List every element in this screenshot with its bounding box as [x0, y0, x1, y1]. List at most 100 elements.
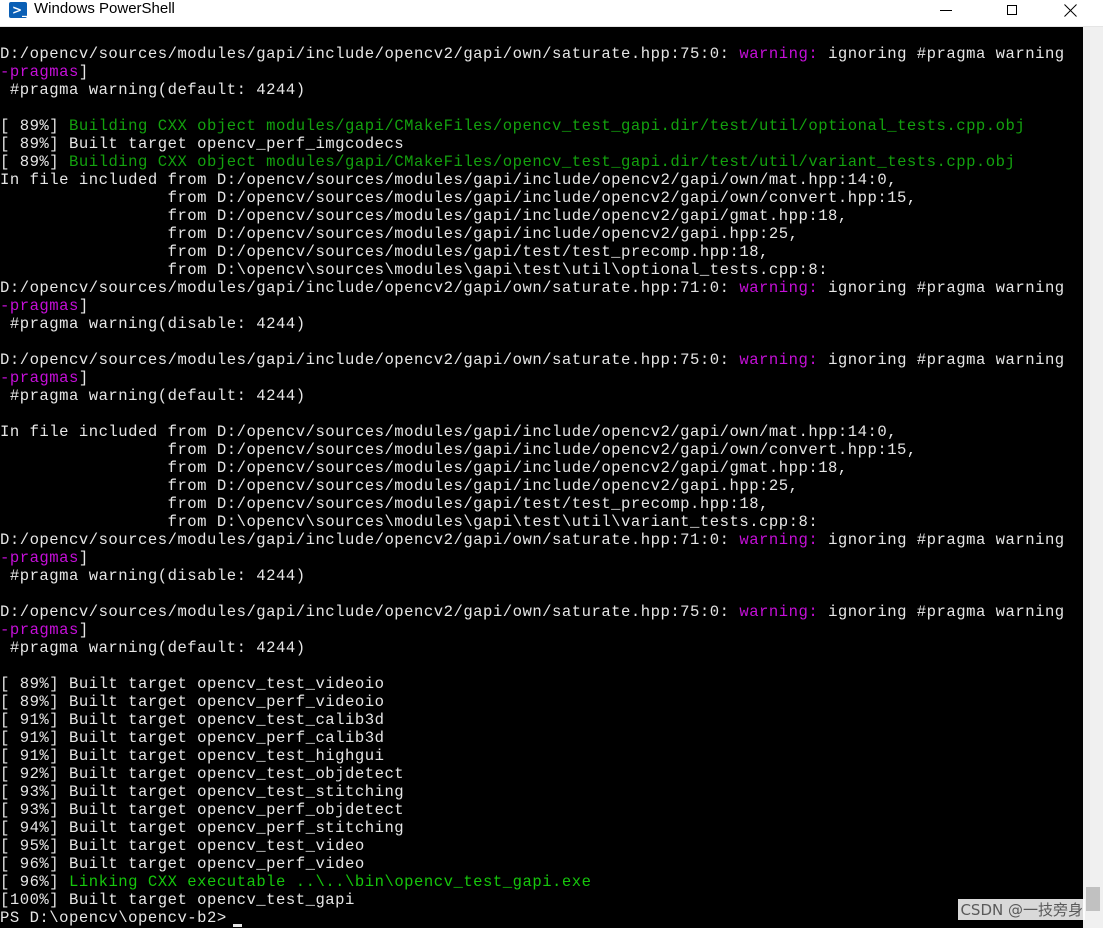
console-output[interactable]: D:/opencv/sources/modules/gapi/include/o… — [0, 45, 1080, 928]
console-text: from D:/opencv/sources/modules/gapi/incl… — [0, 189, 917, 207]
console-text: ] — [78, 621, 89, 639]
console-line: from D:/opencv/sources/modules/gapi/incl… — [0, 459, 1080, 477]
console-text: [ 96%] — [0, 873, 70, 891]
prompt-line[interactable]: PS D:\opencv\opencv-b2> — [0, 909, 1080, 927]
console-text: from D:/opencv/sources/modules/gapi/incl… — [0, 207, 848, 225]
close-icon — [1064, 3, 1078, 17]
console-text: Building CXX object modules/gapi/CMakeFi… — [69, 153, 1016, 171]
console-text: ignoring #pragma warning — [818, 45, 1080, 63]
console-line: [ 89%] Built target opencv_test_videoio — [0, 675, 1080, 693]
console-text: [ 89%] Built target opencv_test_videoio — [0, 675, 385, 693]
console-line: from D:/opencv/sources/modules/gapi/incl… — [0, 207, 1080, 225]
console-line: [ 91%] Built target opencv_perf_calib3d — [0, 729, 1080, 747]
console-text: [ 94%] Built target opencv_perf_stitchin… — [0, 819, 405, 837]
minimize-icon — [940, 9, 952, 11]
console-text: from D:/opencv/sources/modules/gapi/test… — [0, 243, 769, 261]
console-line: from D:\opencv\sources\modules\gapi\test… — [0, 261, 1080, 279]
console-text: [ 89%] — [0, 117, 70, 135]
scrollbar-thumb[interactable] — [1086, 887, 1100, 911]
console-line: from D:/opencv/sources/modules/gapi/incl… — [0, 189, 1080, 207]
console-text: [ 89%] Built target opencv_perf_imgcodec… — [0, 135, 405, 153]
console-text: warning: — [739, 531, 819, 549]
console-text: #pragma warning(default: 4244) — [0, 81, 306, 99]
console-text: ] — [78, 369, 89, 387]
text-cursor — [232, 924, 242, 927]
console-text: from D:/opencv/sources/modules/gapi/incl… — [0, 477, 799, 495]
console-line: #pragma warning(default: 4244) — [0, 387, 1080, 405]
console-text: #pragma warning(default: 4244) — [0, 639, 306, 657]
watermark: CSDN @一技旁身 — [958, 899, 1085, 920]
console-text: warning: — [739, 279, 819, 297]
console-line: #pragma warning(default: 4244) — [0, 639, 1080, 657]
console-line: from D:\opencv\sources\modules\gapi\test… — [0, 513, 1080, 531]
console-text: ] — [78, 549, 89, 567]
console-text: #pragma warning(disable: 4244) — [0, 567, 306, 585]
console-text: D:/opencv/sources/modules/gapi/include/o… — [0, 603, 740, 621]
console-text: from D:\opencv\sources\modules\gapi\test… — [0, 513, 819, 531]
console-line: [ 96%] Linking CXX executable ..\..\bin\… — [0, 873, 1080, 891]
console-line: from D:/opencv/sources/modules/gapi/test… — [0, 243, 1080, 261]
console-line: -pragmas] — [0, 621, 1080, 639]
console-text: ignoring #pragma warning — [818, 279, 1080, 297]
console-text: from D:/opencv/sources/modules/gapi/incl… — [0, 459, 848, 477]
console-line: D:/opencv/sources/modules/gapi/include/o… — [0, 531, 1080, 549]
close-button[interactable] — [1043, 0, 1099, 20]
console-text: [ 91%] Built target opencv_perf_calib3d — [0, 729, 385, 747]
console-line: D:/opencv/sources/modules/gapi/include/o… — [0, 279, 1080, 297]
console-text: [100%] Built target opencv_test_gapi — [0, 891, 355, 909]
console-line: [ 89%] Building CXX object modules/gapi/… — [0, 153, 1080, 171]
console-line: [ 91%] Built target opencv_test_calib3d — [0, 711, 1080, 729]
console-line: [ 95%] Built target opencv_test_video — [0, 837, 1080, 855]
console-text: [ 96%] Built target opencv_perf_video — [0, 855, 365, 873]
console-text: #pragma warning(default: 4244) — [0, 387, 306, 405]
console-text: -pragmas — [0, 297, 79, 315]
console-line: from D:/opencv/sources/modules/gapi/incl… — [0, 477, 1080, 495]
console-text: ignoring #pragma warning — [818, 351, 1080, 369]
console-text: [ 91%] Built target opencv_test_calib3d — [0, 711, 385, 729]
title-bar: >_ Windows PowerShell — [0, 0, 1103, 27]
console-line: [ 93%] Built target opencv_perf_objdetec… — [0, 801, 1080, 819]
console-text: -pragmas — [0, 621, 79, 639]
console-text: -pragmas — [0, 369, 79, 387]
console-line: from D:/opencv/sources/modules/gapi/incl… — [0, 225, 1080, 243]
console-text: D:/opencv/sources/modules/gapi/include/o… — [0, 279, 740, 297]
console-text: [ 89%] Built target opencv_perf_videoio — [0, 693, 385, 711]
console-text: In file included from D:/opencv/sources/… — [0, 423, 898, 441]
console-line: D:/opencv/sources/modules/gapi/include/o… — [0, 45, 1080, 63]
console-text: [ 93%] Built target opencv_perf_objdetec… — [0, 801, 405, 819]
prompt-text: PS D:\opencv\opencv-b2> — [0, 909, 227, 927]
console-line: [ 89%] Built target opencv_perf_videoio — [0, 693, 1080, 711]
console-text: D:/opencv/sources/modules/gapi/include/o… — [0, 351, 740, 369]
console-line: In file included from D:/opencv/sources/… — [0, 171, 1080, 189]
console-text: ] — [78, 297, 89, 315]
console-text: warning: — [739, 603, 819, 621]
vertical-scrollbar[interactable] — [1083, 27, 1103, 928]
console-text: D:/opencv/sources/modules/gapi/include/o… — [0, 531, 740, 549]
maximize-button[interactable] — [984, 0, 1040, 20]
console-text: from D:/opencv/sources/modules/gapi/test… — [0, 495, 769, 513]
console-text: [ 93%] Built target opencv_test_stitchin… — [0, 783, 405, 801]
console-text: -pragmas — [0, 549, 79, 567]
console-text: from D:/opencv/sources/modules/gapi/incl… — [0, 441, 917, 459]
console-line: [ 91%] Built target opencv_test_highgui — [0, 747, 1080, 765]
console-text: from D:/opencv/sources/modules/gapi/incl… — [0, 225, 799, 243]
console-text: from D:\opencv\sources\modules\gapi\test… — [0, 261, 829, 279]
console-line: [ 89%] Building CXX object modules/gapi/… — [0, 117, 1080, 135]
console-line: -pragmas] — [0, 63, 1080, 81]
console-line: [ 96%] Built target opencv_perf_video — [0, 855, 1080, 873]
console-text: ignoring #pragma warning — [818, 603, 1080, 621]
powershell-icon[interactable]: >_ — [9, 2, 28, 18]
console-line: [ 89%] Built target opencv_perf_imgcodec… — [0, 135, 1080, 153]
console-text: ] — [78, 63, 89, 81]
console-text: [ 89%] — [0, 153, 70, 171]
minimize-button[interactable] — [918, 0, 974, 20]
console-line: -pragmas] — [0, 369, 1080, 387]
console-text: -pragmas — [0, 63, 79, 81]
console-line: In file included from D:/opencv/sources/… — [0, 423, 1080, 441]
console-line: D:/opencv/sources/modules/gapi/include/o… — [0, 603, 1080, 621]
console-text: warning: — [739, 351, 819, 369]
